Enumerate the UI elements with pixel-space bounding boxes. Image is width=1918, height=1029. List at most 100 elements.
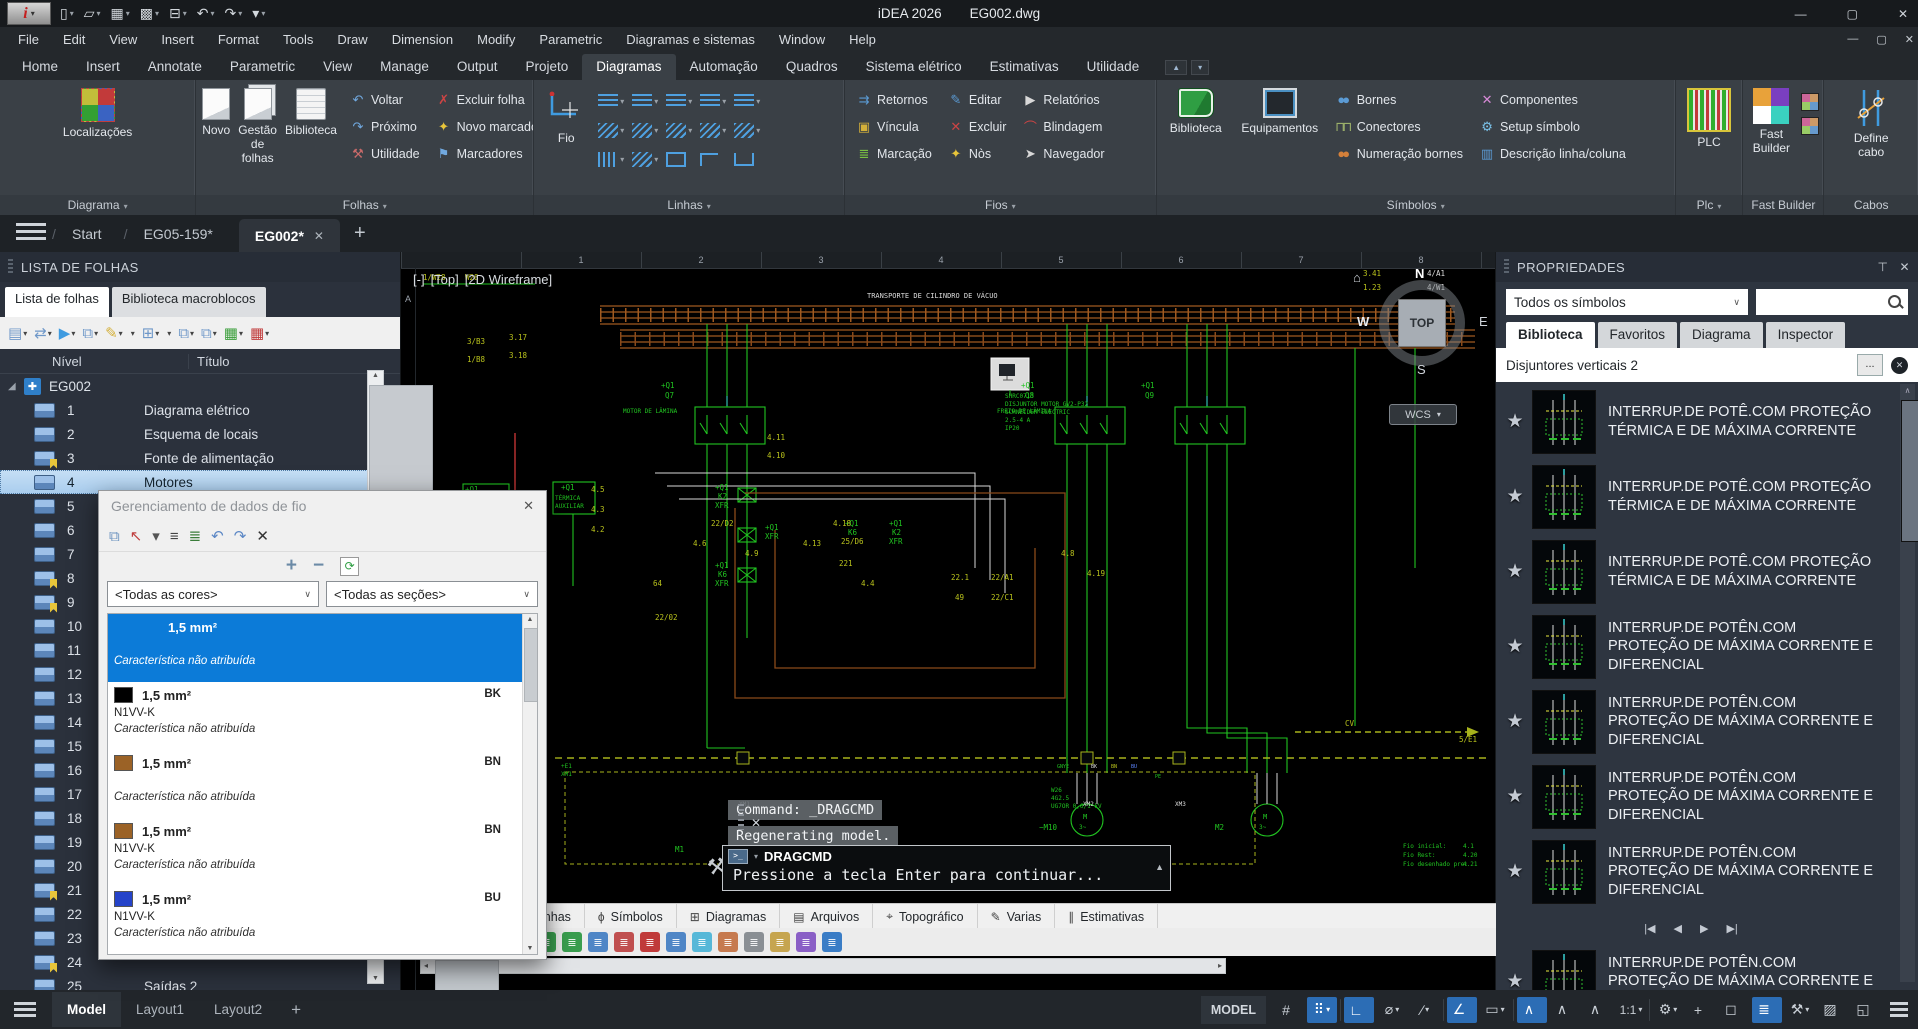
toolbar-icon[interactable]: ≣	[666, 932, 686, 952]
menu-item[interactable]: Tools	[271, 29, 325, 50]
isoplane-icon[interactable]: ∕▾	[1410, 997, 1440, 1023]
sheet-toolbar-icon[interactable]: ▾	[166, 329, 171, 338]
menu-item[interactable]: Diagramas e sistemas	[614, 29, 767, 50]
units-tools-icon[interactable]: ⚒▾	[1785, 997, 1815, 1023]
fast-builder-button[interactable]: Fast Builder	[1747, 85, 1795, 159]
library-path-field[interactable]: Disjuntores verticais 2	[1506, 352, 1849, 378]
menu-item[interactable]: File	[6, 29, 51, 50]
symbol-filter-select[interactable]: Todos os símbolos∨	[1506, 289, 1748, 315]
annotation-scale-icon[interactable]: ∧▾	[1583, 997, 1613, 1023]
symbol-scrollbar[interactable]: ∧	[1900, 384, 1915, 982]
ribbon-tab[interactable]: View	[309, 54, 366, 80]
details-icon[interactable]: ≣▾	[1752, 997, 1782, 1023]
sheet-toolbar-icon[interactable]: ⇄▾	[34, 324, 52, 342]
wire-data-dialog[interactable]: Gerenciamento de dados de fio✕ ⧉↖▾≡≣↶↷✕ …	[98, 490, 547, 960]
toolbar-icon[interactable]: ≣	[744, 932, 764, 952]
toolbar-icon[interactable]: ≣	[562, 932, 582, 952]
command-expand-icon[interactable]: ▾	[754, 852, 758, 861]
toolbar-icon[interactable]: ≣	[796, 932, 816, 952]
panel-label-simbolos[interactable]: Símbolos▾	[1157, 195, 1675, 215]
sheet-root-row[interactable]: ◢ ✚ EG002	[0, 374, 400, 398]
menu-item[interactable]: Format	[206, 29, 271, 50]
maximize-button[interactable]: ▢	[1847, 7, 1858, 21]
ribbon-tab[interactable]: Diagramas	[582, 54, 675, 80]
line-style-button[interactable]: ▾	[700, 145, 734, 174]
pager-button[interactable]: ▶	[1700, 922, 1708, 935]
polar-tracking-icon[interactable]: ⌀▾	[1377, 997, 1407, 1023]
compass-south[interactable]: S	[1417, 362, 1426, 377]
ribbon-button[interactable]: ▥Descrição linha/coluna	[1472, 141, 1631, 166]
equipamentos-button[interactable]: Equipamentos	[1235, 85, 1325, 139]
file-tab[interactable]: EG05-159*	[128, 215, 239, 252]
gestao-folhas-button[interactable]: Gestão de folhas	[236, 85, 279, 168]
status-icon[interactable]: ▾	[1443, 999, 1444, 1021]
viewport-view-control[interactable]: [Top]	[431, 272, 459, 287]
ribbon-button[interactable]: ✎Editar	[941, 87, 1012, 112]
bottom-toolbar-tab[interactable]: ▤Arquivos	[780, 904, 873, 929]
line-style-button[interactable]: ▾	[632, 145, 666, 174]
annotation-scale-chip[interactable]: 1:1▾	[1616, 997, 1646, 1023]
panel-label-fastbuilder[interactable]: Fast Builder	[1743, 195, 1823, 215]
dialog-toolbar-icon[interactable]: ≡	[170, 528, 179, 545]
ribbon-button[interactable]: ✗Excluir folha	[429, 87, 534, 112]
wire-item[interactable]: 1,5 mm²BN Característica não atribuída	[108, 750, 523, 818]
dialog-toolbar-icon[interactable]: ↖	[130, 527, 143, 545]
mdi-minimize-icon[interactable]: —	[1847, 33, 1858, 46]
line-style-button[interactable]: ▾	[598, 145, 632, 174]
ribbon-tab[interactable]: Home	[8, 54, 72, 80]
favorite-star-icon[interactable]: ★	[1498, 970, 1532, 990]
ribbon-tab[interactable]: Output	[443, 54, 512, 80]
favorite-star-icon[interactable]: ★	[1498, 560, 1532, 583]
localizacoes-button[interactable]: Localizações	[51, 85, 145, 143]
tab-biblioteca-macroblocos[interactable]: Biblioteca macroblocos	[112, 287, 266, 317]
line-style-button[interactable]: ▾	[666, 116, 700, 145]
bottom-toolbar-tab[interactable]: ⌖Topográfico	[873, 904, 977, 929]
symbol-item[interactable]: ★ INTERRUP.DE POTÊN.COM PROTEÇÃO DE MÁXI…	[1498, 609, 1884, 684]
ribbon-button[interactable]: ↶Voltar	[343, 87, 425, 112]
qat-more-icon[interactable]: ▾▾	[252, 5, 265, 22]
favorite-star-icon[interactable]: ★	[1498, 710, 1532, 733]
sheet-row[interactable]: 25 Saídas 2	[0, 974, 400, 990]
add-wire-button[interactable]: +	[286, 555, 297, 577]
line-style-button[interactable]: ▾	[734, 145, 768, 174]
properties-tab[interactable]: Diagrama	[1680, 322, 1763, 348]
favorite-star-icon[interactable]: ★	[1498, 635, 1532, 658]
symbol-search-input[interactable]	[1756, 289, 1908, 315]
osnap-settings-icon[interactable]: ▭▾	[1480, 997, 1510, 1023]
bottom-toolbar-tab[interactable]: ϕSímbolos	[585, 904, 677, 929]
pager-button[interactable]: |◀	[1644, 922, 1655, 935]
layout-tab[interactable]: Layout1	[121, 992, 199, 1027]
ribbon-button[interactable]: ✕Componentes	[1472, 87, 1631, 112]
ribbon-button[interactable]: ⚙Setup símbolo	[1472, 114, 1631, 139]
line-style-button[interactable]: ▾	[598, 116, 632, 145]
properties-tab[interactable]: Biblioteca	[1506, 322, 1595, 348]
clear-filter-icon[interactable]: ✕	[1891, 357, 1908, 374]
layout-tab[interactable]: Layout2	[199, 992, 277, 1027]
line-style-button[interactable]: ▾	[734, 116, 768, 145]
mdi-restore-icon[interactable]: ▢	[1876, 33, 1886, 46]
panel-label-fios[interactable]: Fios▾	[845, 195, 1156, 215]
line-style-button[interactable]: ▾	[734, 87, 768, 116]
open-file-icon[interactable]: ▱▾	[84, 5, 101, 22]
compass-west[interactable]: W	[1357, 314, 1369, 329]
snap-icon[interactable]: ⠿▾	[1307, 997, 1337, 1023]
file-menu-icon[interactable]	[16, 223, 46, 240]
toolbar-icon[interactable]: ≣	[614, 932, 634, 952]
fio-button[interactable]: Fio	[538, 85, 594, 149]
save-as-icon[interactable]: ▩▾	[140, 5, 159, 22]
sheet-toolbar-icon[interactable]: ✎▾	[105, 324, 123, 342]
sheet-toolbar-icon[interactable]: ▾	[130, 329, 135, 338]
expander-icon[interactable]: ◢	[8, 381, 24, 392]
save-icon[interactable]: ▦▾	[111, 5, 130, 22]
ribbon-button[interactable]: ✦Nòs	[941, 141, 1012, 166]
sheet-toolbar-icon[interactable]: ⧉▾	[178, 325, 194, 342]
ribbon-tab[interactable]: Automação	[676, 54, 772, 80]
ribbon-button[interactable]: ⇉Retornos	[849, 87, 937, 112]
panel-grip[interactable]	[8, 259, 13, 275]
pager-button[interactable]: ▶|	[1726, 922, 1737, 935]
ribbon-tab[interactable]: Utilidade	[1073, 54, 1154, 80]
minimize-button[interactable]: —	[1795, 7, 1807, 21]
layout-tab[interactable]: Model	[52, 992, 121, 1027]
close-tab-icon[interactable]: ✕	[314, 229, 324, 243]
wire-item[interactable]: 1,5 mm² Característica não atribuída	[108, 614, 523, 682]
